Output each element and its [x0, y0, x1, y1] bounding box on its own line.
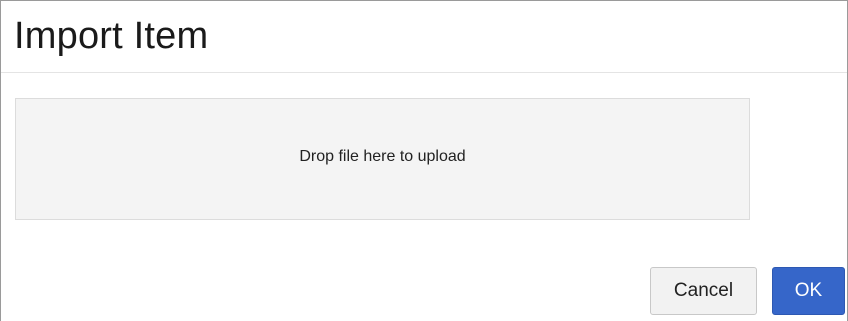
dialog-title: Import Item	[14, 15, 209, 57]
cancel-button[interactable]: Cancel	[650, 267, 757, 315]
ok-button[interactable]: OK	[772, 267, 845, 315]
drop-zone-label: Drop file here to upload	[299, 148, 466, 165]
dialog-header: Import Item	[1, 1, 847, 73]
file-drop-zone[interactable]: Drop file here to upload	[15, 98, 750, 220]
import-item-dialog: Import Item Drop file here to upload Can…	[0, 0, 848, 321]
